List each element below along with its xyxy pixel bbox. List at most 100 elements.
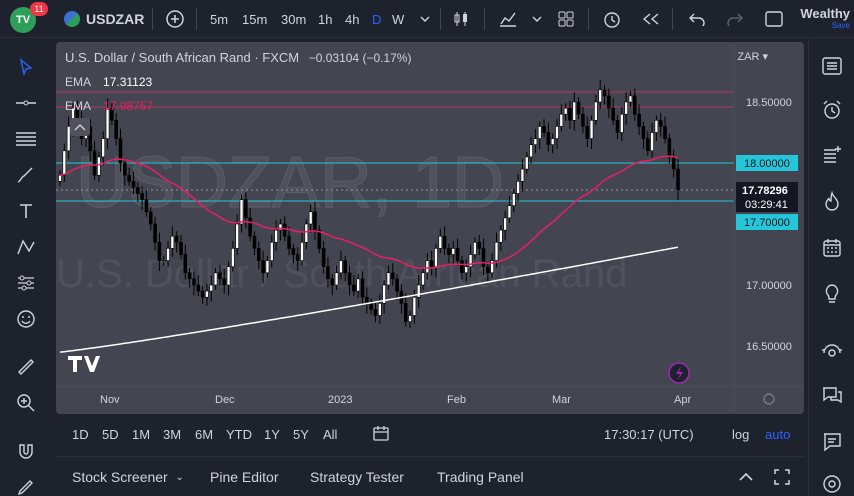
candle-body <box>637 113 641 127</box>
collapse-legend-button[interactable] <box>70 118 90 136</box>
chart-legend: U.S. Dollar / South African Rand · FXCM … <box>65 50 411 65</box>
name-watermark: U.S. Dollar / South African Rand <box>56 252 627 296</box>
layout-name-button[interactable]: Wealthy Save <box>800 6 850 30</box>
interval-dropdown[interactable] <box>420 0 430 38</box>
ema-fast-value: 17.98757 <box>103 99 154 113</box>
range-1y[interactable]: 1Y <box>264 418 280 450</box>
smiley-icon <box>17 310 35 328</box>
notifications-button[interactable] <box>820 430 844 454</box>
ema-legend-fast[interactable]: EMA 17.98757 <box>65 99 153 113</box>
pattern-tool[interactable] <box>13 234 39 260</box>
trend-line-tool[interactable] <box>13 90 39 116</box>
auto-scale-toggle[interactable]: auto <box>765 418 790 450</box>
clock-timezone[interactable]: 17:30:17 (UTC) <box>604 418 694 450</box>
candle-body <box>563 107 568 115</box>
candle-body <box>356 278 360 292</box>
tab-strategy-tester[interactable]: Strategy Tester <box>310 457 404 496</box>
cursor-tool[interactable] <box>13 54 39 80</box>
instrument-title[interactable]: U.S. Dollar / South African Rand · FXCM <box>65 50 299 65</box>
lightning-badge-icon[interactable] <box>668 362 690 384</box>
log-scale-toggle[interactable]: log <box>732 418 749 450</box>
redo-button[interactable] <box>726 0 744 38</box>
chart-pane[interactable]: USDZAR, 1D U.S. Dollar / South African R… <box>56 42 804 414</box>
ema-legend-slow[interactable]: EMA 17.31123 <box>65 75 152 89</box>
interval-5m[interactable]: 5m <box>210 0 228 38</box>
fib-tool[interactable] <box>13 126 39 152</box>
magnet-tool[interactable] <box>13 438 39 464</box>
range-5d[interactable]: 5D <box>102 418 119 450</box>
layout-button[interactable] <box>557 0 575 38</box>
interval-15m[interactable]: 15m <box>242 0 267 38</box>
candle-body <box>231 248 235 267</box>
range-6m[interactable]: 6M <box>195 418 213 450</box>
time-tick-feb: Feb <box>447 394 466 406</box>
calendar-button[interactable] <box>820 236 844 260</box>
zoom-tool[interactable] <box>13 390 39 416</box>
candle-body <box>179 242 183 255</box>
prediction-tool[interactable] <box>13 270 39 296</box>
candle-body <box>300 242 304 261</box>
maximize-panel-button[interactable] <box>774 457 790 496</box>
range-5y[interactable]: 5Y <box>293 418 309 450</box>
indicators-button[interactable] <box>498 0 518 38</box>
measure-tool[interactable] <box>13 354 39 380</box>
replay-button[interactable] <box>642 0 660 38</box>
range-3m[interactable]: 3M <box>163 418 181 450</box>
alert-button[interactable] <box>602 0 622 38</box>
tab-trading-panel[interactable]: Trading Panel <box>437 457 524 496</box>
interval-1h[interactable]: 1h <box>318 0 332 38</box>
price-chart[interactable]: USDZAR, 1D U.S. Dollar / South African R… <box>56 42 804 414</box>
interval-w[interactable]: W <box>392 0 404 38</box>
toolbar-divider <box>672 8 673 30</box>
watchlist-button[interactable] <box>820 54 844 78</box>
candle-body <box>624 101 628 115</box>
chart-type-button[interactable] <box>452 0 470 38</box>
widget-sidebar <box>808 38 854 496</box>
candle-body <box>524 156 529 170</box>
range-1m[interactable]: 1M <box>132 418 150 450</box>
fullscreen-toggle-button[interactable] <box>764 0 784 38</box>
currency-selector[interactable]: ZAR ▾ <box>737 50 768 63</box>
candle-body <box>421 272 425 286</box>
interval-30m[interactable]: 30m <box>281 0 306 38</box>
interval-4h[interactable]: 4h <box>345 0 359 38</box>
candle-body <box>183 254 188 274</box>
range-1d[interactable]: 1D <box>72 418 89 450</box>
candle-body <box>645 138 650 152</box>
text-tool[interactable] <box>13 198 39 224</box>
alarm-plus-icon <box>604 12 620 28</box>
tab-pine-editor[interactable]: Pine Editor <box>210 457 278 496</box>
goto-date-button[interactable] <box>372 418 390 450</box>
emoji-tool[interactable] <box>13 306 39 332</box>
alerts-button[interactable] <box>820 98 844 122</box>
last-price-label: 17.78296 <box>742 185 788 197</box>
settings-gear-icon[interactable] <box>763 393 775 405</box>
undo-button[interactable] <box>688 0 706 38</box>
symbol-search-button[interactable]: USDZAR <box>64 0 144 38</box>
collapse-panel-button[interactable] <box>738 457 754 496</box>
data-window-button[interactable] <box>820 142 844 166</box>
interval-d[interactable]: D <box>372 0 381 38</box>
time-tick-mar: Mar <box>552 394 571 406</box>
lock-drawings-tool[interactable] <box>13 474 39 496</box>
candle-body <box>269 242 274 261</box>
indicators-dropdown[interactable] <box>532 0 542 38</box>
streams-button[interactable] <box>820 338 844 362</box>
hotlists-button[interactable] <box>820 190 844 214</box>
help-button[interactable] <box>820 472 844 496</box>
candle-body <box>58 174 62 182</box>
ideas-button[interactable] <box>820 282 844 306</box>
candle-body <box>313 211 317 231</box>
tab-stock-screener[interactable]: Stock Screener ⌄ <box>72 457 184 496</box>
candle-body <box>429 260 434 268</box>
brush-tool[interactable] <box>13 162 39 188</box>
ema-fast-label: EMA <box>65 99 92 113</box>
broadcast-icon <box>822 344 842 357</box>
chats-button[interactable] <box>820 384 844 408</box>
range-all[interactable]: All <box>323 418 337 450</box>
candle-body <box>360 278 365 298</box>
timeframe-bar: 1D 5D 1M 3M 6M YTD 1Y 5Y All 17:30:17 (U… <box>56 418 804 450</box>
candle-body <box>598 89 603 103</box>
range-ytd[interactable]: YTD <box>226 418 252 450</box>
add-symbol-button[interactable] <box>165 0 185 38</box>
